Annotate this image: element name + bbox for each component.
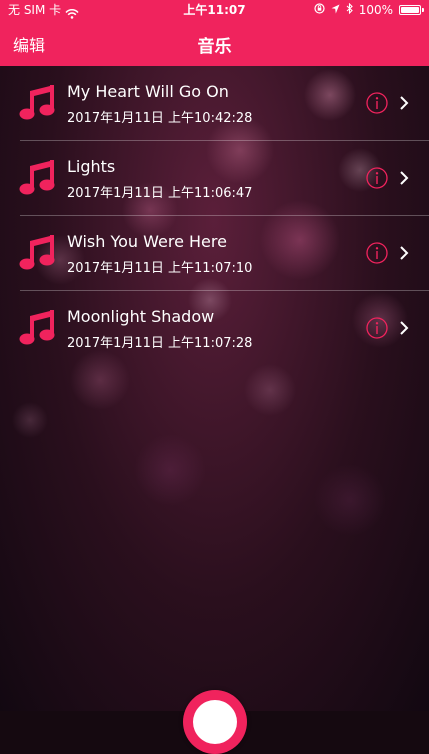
record-button[interactable] [183, 690, 247, 754]
page-title: 音乐 [197, 37, 232, 57]
music-note-icon [19, 85, 55, 120]
song-date: 2017年1月11日 上午10:42:28 [67, 111, 253, 126]
song-date: 2017年1月11日 上午11:07:10 [67, 261, 253, 276]
song-list: My Heart Will Go On 2017年1月11日 上午10:42:2… [0, 66, 429, 366]
status-right: 100% [314, 0, 424, 20]
song-row[interactable]: Moonlight Shadow 2017年1月11日 上午11:07:28 [0, 291, 429, 366]
song-title: Moonlight Shadow [67, 307, 215, 326]
song-title: My Heart Will Go On [67, 82, 229, 101]
location-icon [331, 0, 340, 20]
info-icon[interactable] [366, 92, 388, 114]
info-icon[interactable] [366, 317, 388, 339]
info-icon[interactable] [366, 242, 388, 264]
song-row[interactable]: My Heart Will Go On 2017年1月11日 上午10:42:2… [0, 66, 429, 141]
song-date: 2017年1月11日 上午11:07:28 [67, 336, 253, 351]
music-note-icon [19, 310, 55, 345]
chevron-right-icon[interactable] [399, 246, 409, 260]
chevron-right-icon[interactable] [399, 96, 409, 110]
record-button-center [193, 700, 237, 744]
info-icon[interactable] [366, 167, 388, 189]
song-row[interactable]: Wish You Were Here 2017年1月11日 上午11:07:10 [0, 216, 429, 291]
song-title: Lights [67, 157, 116, 176]
chevron-right-icon[interactable] [399, 321, 409, 335]
bluetooth-icon [346, 0, 353, 20]
battery-percentage: 100% [358, 3, 393, 17]
chevron-right-icon[interactable] [399, 171, 409, 185]
song-row[interactable]: Lights 2017年1月11日 上午11:06:47 [0, 141, 429, 216]
song-title: Wish You Were Here [67, 232, 227, 251]
song-date: 2017年1月11日 上午11:06:47 [67, 186, 253, 201]
navigation-bar: 编辑 音乐 [0, 20, 429, 66]
top-bar: 无 SIM 卡 上午11:07 100% 编辑 音乐 [0, 0, 429, 66]
status-bar: 无 SIM 卡 上午11:07 100% [0, 0, 429, 20]
battery-icon [399, 5, 424, 15]
music-note-icon [19, 160, 55, 195]
music-note-icon [19, 235, 55, 270]
orientation-lock-icon [314, 0, 325, 20]
